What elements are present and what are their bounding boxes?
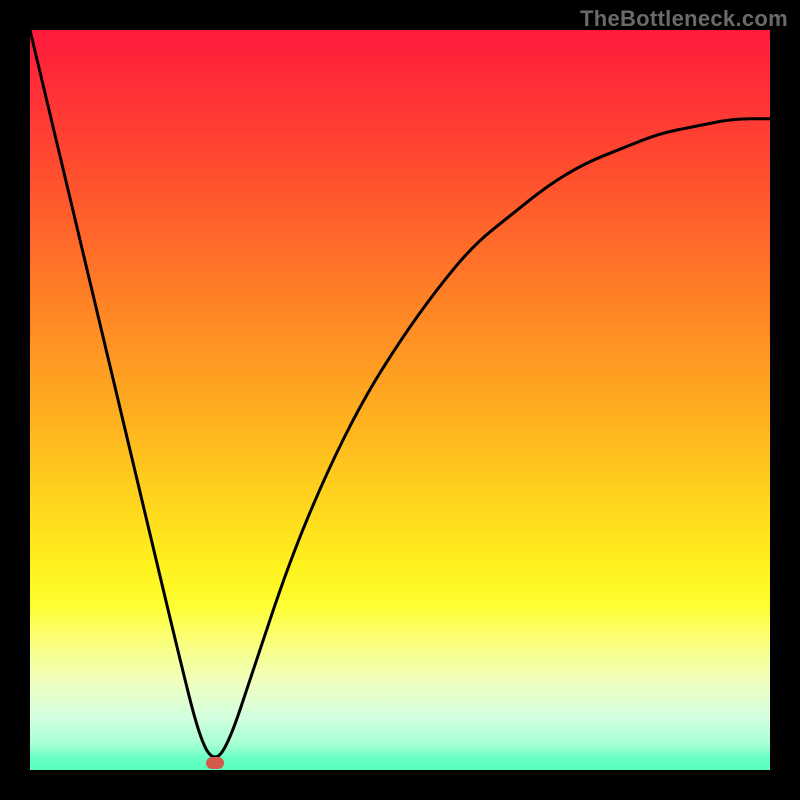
chart-frame: TheBottleneck.com bbox=[0, 0, 800, 800]
bottom-haze bbox=[30, 592, 770, 770]
plot-area bbox=[30, 30, 770, 770]
optimum-marker bbox=[206, 757, 224, 769]
bottleneck-curve bbox=[30, 30, 770, 770]
attribution-text: TheBottleneck.com bbox=[580, 6, 788, 32]
